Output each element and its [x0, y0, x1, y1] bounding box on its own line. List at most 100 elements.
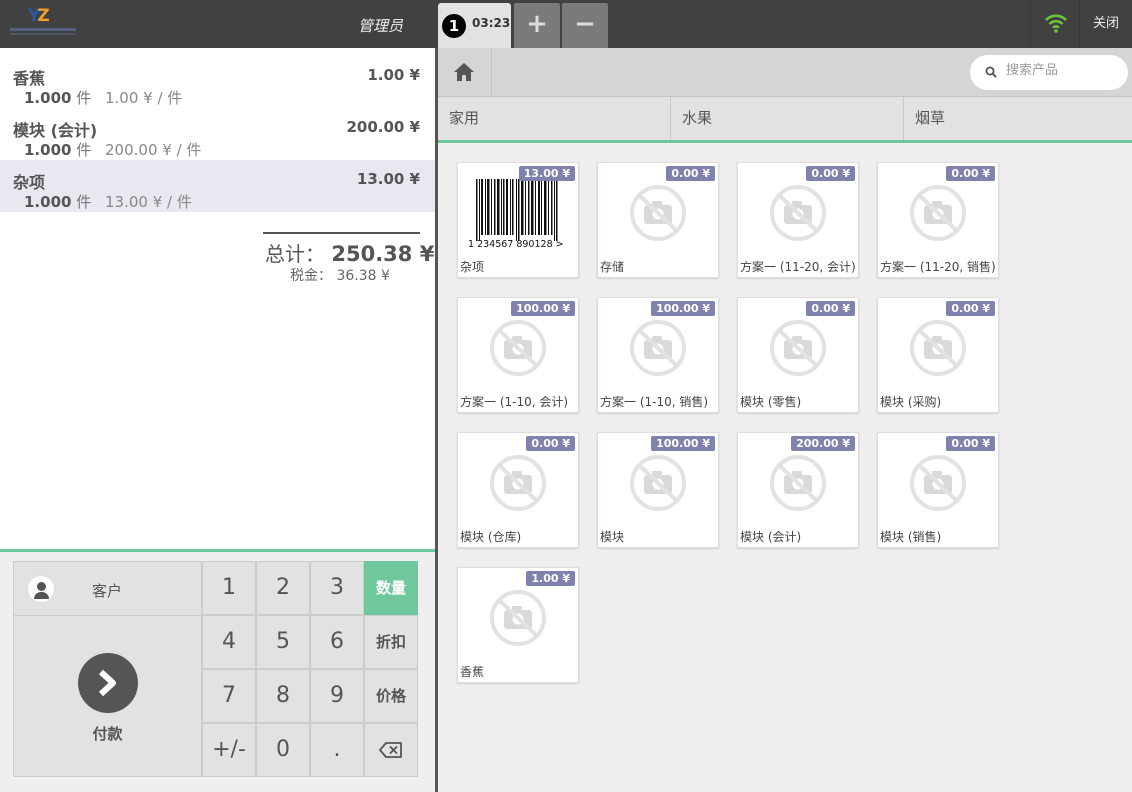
new-order-button[interactable]: + — [514, 3, 560, 48]
numpad-key-0[interactable]: 0 — [256, 723, 310, 777]
search-input[interactable] — [1006, 63, 1116, 78]
wifi-icon — [1045, 14, 1067, 33]
numpad-key-sign[interactable]: +/- — [202, 723, 256, 777]
product-card[interactable]: 0.00 ¥ 模块 (采购) — [877, 297, 999, 413]
no-image-icon — [490, 455, 546, 511]
product-price: 100.00 ¥ — [651, 301, 715, 316]
numpad-key-9[interactable]: 9 — [310, 669, 364, 723]
payment-button[interactable]: 付款 — [13, 616, 202, 777]
orderline[interactable]: 模块 (会计) 200.00 ¥ 1.000 件 200.00 ¥ / 件 — [0, 108, 435, 160]
wifi-status[interactable] — [1030, 0, 1079, 48]
product-card[interactable]: 0.00 ¥ 模块 (零售) — [737, 297, 859, 413]
product-price: 200.00 ¥ — [791, 436, 855, 451]
product-card[interactable]: 0.00 ¥ 方案一 (11-20, 会计) — [737, 162, 859, 278]
product-name: 方案一 (11-20, 销售) — [880, 260, 996, 274]
numpad-key-6[interactable]: 6 — [310, 615, 364, 669]
product-card[interactable]: 100.00 ¥ 模块 — [597, 432, 719, 548]
product-name: 存储 — [600, 260, 625, 274]
mode-quantity-button[interactable]: 数量 — [364, 561, 418, 615]
product-card[interactable]: 1.00 ¥ 香蕉 — [457, 567, 579, 683]
orderline[interactable]: 香蕉 1.00 ¥ 1.000 件 1.00 ¥ / 件 — [0, 56, 435, 108]
user-icon — [27, 575, 55, 603]
product-price: 0.00 ¥ — [806, 301, 855, 316]
product-name: 香蕉 — [460, 665, 485, 679]
numpad-key-3[interactable]: 3 — [310, 561, 364, 615]
barcode-image: 1 234567 890128 > — [468, 179, 564, 250]
customer-button[interactable]: 客户 — [13, 561, 202, 616]
no-image-icon — [770, 185, 826, 241]
orderline-qty: 1.000 件 — [24, 193, 92, 211]
numpad-key-2[interactable]: 2 — [256, 561, 310, 615]
numpad-key-8[interactable]: 8 — [256, 669, 310, 723]
search-icon — [985, 66, 997, 78]
product-name: 模块 (会计) — [740, 530, 802, 544]
summary-rule — [263, 232, 420, 234]
product-card[interactable]: 0.00 ¥ 方案一 (11-20, 销售) — [877, 162, 999, 278]
orderline-price: 200.00 ¥ — [346, 118, 420, 136]
home-button[interactable] — [438, 48, 492, 97]
cashier-name[interactable]: 管理员 — [358, 15, 403, 36]
numpad-key-1[interactable]: 1 — [202, 561, 256, 615]
mode-discount-button[interactable]: 折扣 — [364, 615, 418, 669]
category-fruit[interactable]: 水果 — [671, 97, 904, 140]
orderline-price: 1.00 ¥ — [367, 66, 420, 84]
orderline-price: 13.00 ¥ — [356, 170, 420, 188]
no-image-icon — [630, 185, 686, 241]
breadcrumb-bar — [438, 48, 1132, 97]
product-price: 0.00 ¥ — [946, 301, 995, 316]
orderline-name: 杂项 — [13, 173, 46, 192]
no-image-icon — [770, 320, 826, 376]
orderline-unit-price: 1.00 ¥ / 件 — [105, 89, 183, 107]
orderline-name: 香蕉 — [13, 69, 46, 88]
product-name: 模块 (销售) — [880, 530, 942, 544]
product-card[interactable]: 200.00 ¥ 模块 (会计) — [737, 432, 859, 548]
top-bar: YZ 管理员 1 03:23 + − 关闭 — [0, 0, 1132, 48]
orderline-unit-price: 13.00 ¥ / 件 — [105, 193, 192, 211]
product-price: 100.00 ¥ — [511, 301, 575, 316]
numpad-key-5[interactable]: 5 — [256, 615, 310, 669]
product-card[interactable]: 1 234567 890128 > 13.00 ¥ 杂项 — [457, 162, 579, 278]
product-price: 0.00 ¥ — [946, 436, 995, 451]
no-image-icon — [490, 590, 546, 646]
numpad-key-4[interactable]: 4 — [202, 615, 256, 669]
product-card[interactable]: 0.00 ¥ 模块 (仓库) — [457, 432, 579, 548]
home-icon — [454, 63, 474, 81]
svg-text:1 234567 890128 >: 1 234567 890128 > — [468, 239, 564, 250]
company-logo: YZ — [10, 6, 76, 38]
no-image-icon — [910, 455, 966, 511]
product-name: 方案一 (1-10, 会计) — [460, 395, 569, 409]
product-card[interactable]: 100.00 ¥ 方案一 (1-10, 会计) — [457, 297, 579, 413]
product-price: 1.00 ¥ — [526, 571, 575, 586]
mode-price-button[interactable]: 价格 — [364, 669, 418, 723]
product-name: 模块 (采购) — [880, 395, 942, 409]
category-tobacco[interactable]: 烟草 — [904, 97, 1132, 140]
product-name: 模块 (仓库) — [460, 530, 522, 544]
product-card[interactable]: 100.00 ¥ 方案一 (1-10, 销售) — [597, 297, 719, 413]
product-name: 模块 (零售) — [740, 395, 802, 409]
delete-order-button[interactable]: − — [562, 3, 608, 48]
product-card[interactable]: 0.00 ¥ 模块 (销售) — [877, 432, 999, 548]
search-box[interactable] — [970, 55, 1128, 90]
numpad-key-7[interactable]: 7 — [202, 669, 256, 723]
order-total: 总计： 250.38 ¥ — [265, 242, 435, 266]
category-household[interactable]: 家用 — [438, 97, 671, 140]
product-card[interactable]: 0.00 ¥ 存储 — [597, 162, 719, 278]
category-bar: 家用 水果 烟草 — [438, 97, 1132, 143]
product-name: 模块 — [600, 530, 625, 544]
backspace-button[interactable] — [364, 723, 418, 777]
order-tab-1[interactable]: 1 03:23 — [438, 3, 511, 48]
orderline-unit-price: 200.00 ¥ / 件 — [105, 141, 202, 159]
close-button[interactable]: 关闭 — [1079, 0, 1132, 48]
no-image-icon — [910, 320, 966, 376]
backspace-icon — [379, 742, 402, 758]
order-tax: 税金： 36.38 ¥ — [290, 268, 390, 284]
chevron-right-icon — [78, 653, 138, 713]
no-image-icon — [910, 185, 966, 241]
orderline-selected[interactable]: 杂项 13.00 ¥ 1.000 件 13.00 ¥ / 件 — [0, 160, 435, 212]
product-price: 0.00 ¥ — [526, 436, 575, 451]
order-number: 1 — [442, 14, 466, 38]
numpad-key-decimal[interactable]: . — [310, 723, 364, 777]
product-price: 0.00 ¥ — [806, 166, 855, 181]
order-time: 03:23 — [472, 16, 511, 30]
orderline-qty: 1.000 件 — [24, 89, 92, 107]
